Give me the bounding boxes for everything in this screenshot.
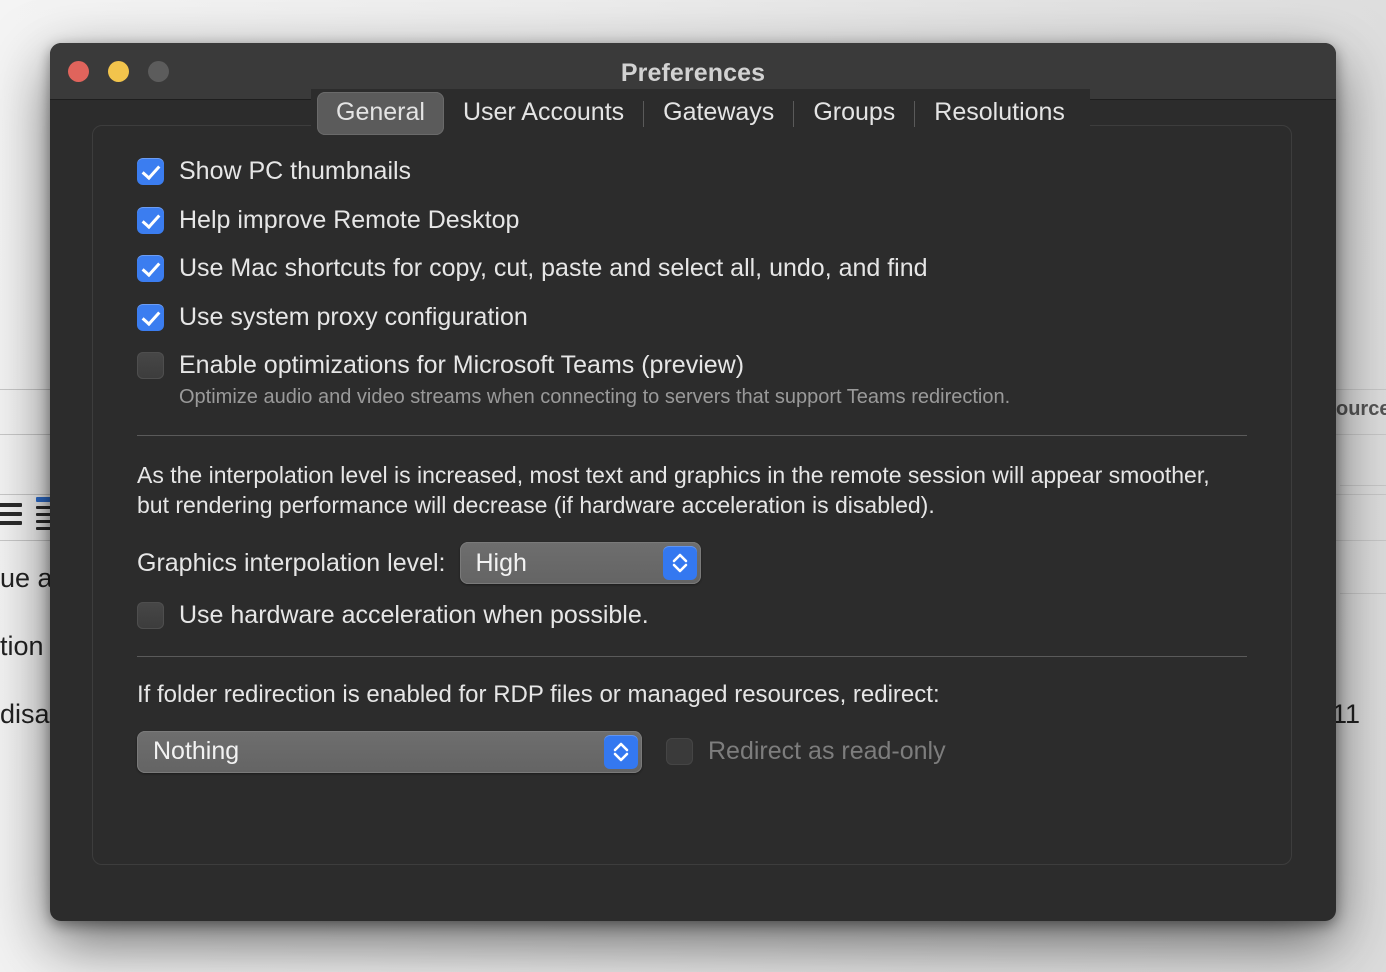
checkbox-label: Enable optimizations for Microsoft Teams… [179,351,745,379]
folder-redirection-row: Nothing Redirect as read-only [137,730,1247,773]
interpolation-note: As the interpolation level is increased,… [137,461,1210,518]
interpolation-level-value: High [475,548,527,577]
checkbox-use-system-proxy[interactable] [137,303,164,331]
teams-optimization-note: Optimize audio and video streams when co… [179,385,1011,408]
bg-text-fragment: 11 [1332,699,1361,729]
bg-text-fragment: tion [0,631,44,661]
chevron-updown-icon[interactable] [662,546,697,581]
interpolation-level-label: Graphics interpolation level: [137,548,446,577]
checkbox-label: Use Mac shortcuts for copy, cut, paste a… [179,254,928,282]
checkbox-row-use-hardware-acceleration[interactable]: Use hardware acceleration when possible. [137,602,1247,630]
folder-redirection-value: Nothing [153,737,240,766]
chevron-updown-icon[interactable] [604,734,638,769]
preferences-window: Preferences General User Accounts Gatewa… [50,43,1336,921]
checkbox-label: Show PC thumbnails [179,157,412,185]
interpolation-level-row: Graphics interpolation level: High [137,542,1247,585]
checkbox-enable-teams-optimizations[interactable] [137,352,164,380]
window-title: Preferences [620,59,766,87]
checkbox-row-use-system-proxy[interactable]: Use system proxy configuration [137,302,1247,332]
preferences-panel: General User Accounts Gateways Groups Re… [92,89,1292,865]
checkbox-row-show-pc-thumbnails[interactable]: Show PC thumbnails [137,157,1247,186]
section-divider [137,434,1247,436]
checkbox-row-enable-teams-optimizations[interactable]: Enable optimizations for Microsoft Teams… [137,351,1247,380]
checkbox-label: Use system proxy configuration [179,302,528,331]
bg-divider [1340,485,1386,486]
interpolation-level-dropdown[interactable]: High [459,542,701,585]
checkbox-help-improve-remote-desktop[interactable] [137,206,164,234]
bg-text-fragment: disa [0,699,50,729]
checkbox-redirect-as-read-only [666,738,693,766]
bg-text-fragment: ue a [0,563,53,593]
section-divider [137,655,1247,657]
checkbox-label: Use hardware acceleration when possible. [179,601,649,630]
checkbox-use-mac-shortcuts[interactable] [137,255,164,283]
checkbox-show-pc-thumbnails[interactable] [137,158,164,186]
checkbox-label: Redirect as read-only [708,736,946,765]
desktop-background: ource ue a tion disa 11 Preferences Gene… [0,0,1386,972]
general-tab-content: Show PC thumbnails Help improve Remote D… [93,126,1291,864]
checkbox-use-hardware-acceleration[interactable] [137,602,164,630]
folder-redirection-dropdown[interactable]: Nothing [137,730,642,773]
bg-column-header: ource [1336,398,1386,420]
list-lines-icon [0,503,22,529]
checkbox-row-help-improve-remote-desktop[interactable]: Help improve Remote Desktop [137,205,1247,235]
checkbox-label: Help improve Remote Desktop [179,205,520,234]
checkbox-row-use-mac-shortcuts[interactable]: Use Mac shortcuts for copy, cut, paste a… [137,254,1247,283]
folder-redirection-heading: If folder redirection is enabled for RDP… [137,680,940,708]
bg-divider [1340,593,1386,594]
checkbox-row-redirect-as-read-only: Redirect as read-only [666,736,946,766]
